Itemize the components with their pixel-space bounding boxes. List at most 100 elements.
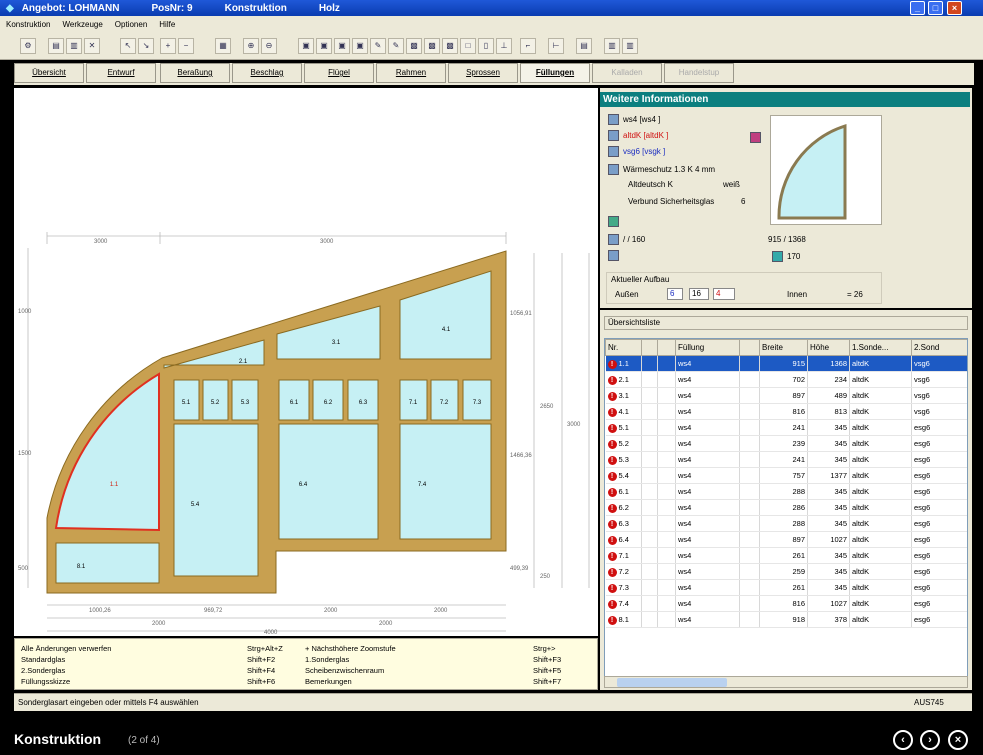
table-row[interactable]: ! 7.1 ws4 261 345 altdK esg6 [605, 547, 967, 564]
tool-icon-10[interactable]: ▣ [298, 38, 314, 54]
column-header-8[interactable]: 2.Sond [911, 339, 967, 356]
delete-glass-icon[interactable] [750, 132, 761, 143]
pane-5-4-glass[interactable] [173, 423, 259, 577]
column-header-6[interactable]: Höhe [807, 339, 850, 356]
table-row[interactable]: ! 6.2 ws4 286 345 altdK esg6 [605, 499, 967, 516]
menu-optionen[interactable]: Optionen [115, 20, 147, 29]
aufbau-field-2[interactable]: 16 [689, 288, 709, 300]
cell-nr-container: ! 7.1 [605, 547, 642, 564]
column-header-4[interactable] [739, 339, 760, 356]
tab-3[interactable]: Beschlag [232, 63, 302, 83]
dim-top-1: 3000 [94, 239, 108, 245]
table-row[interactable]: ! 8.1 ws4 918 378 altdK esg6 [605, 611, 967, 628]
construction-drawing[interactable]: 3000 3000 1000 1500 500 1056,91 1466,36 … [14, 88, 598, 636]
table-row[interactable]: ! 3.1 ws4 897 489 altdK vsg6 [605, 387, 967, 404]
tool-icon-20[interactable]: ▯ [478, 38, 494, 54]
tab-6[interactable]: Sprossen [448, 63, 518, 83]
horizontal-scrollbar[interactable] [604, 676, 968, 688]
help-b[interactable]: Bemerkungen [305, 676, 352, 688]
tool-icon-14[interactable]: ✎ [370, 38, 386, 54]
tab-4[interactable]: Flügel [304, 63, 374, 83]
tab-5[interactable]: Rahmen [376, 63, 446, 83]
pane-8-1-glass[interactable] [55, 542, 160, 584]
cell-nr-container: ! 5.1 [605, 419, 642, 436]
column-header-0[interactable]: Nr. [605, 339, 642, 356]
tool-icon-22[interactable]: ⌐ [520, 38, 536, 54]
table-row[interactable]: ! 5.3 ws4 241 345 altdK esg6 [605, 451, 967, 468]
dim-right-mid-1: 2650 [540, 404, 554, 410]
tool-icon-21[interactable]: ⊥ [496, 38, 512, 54]
tool-icon-6[interactable]: ↘ [138, 38, 154, 54]
table-row[interactable]: ! 6.1 ws4 288 345 altdK esg6 [605, 483, 967, 500]
tool-icon-8[interactable]: − [178, 38, 194, 54]
previous-icon[interactable]: ‹ [893, 730, 913, 750]
help-a[interactable]: Füllungsskizze [21, 676, 70, 688]
maximize-button[interactable]: □ [928, 1, 943, 15]
tool-icon-17[interactable]: ▩ [424, 38, 440, 54]
column-header-7[interactable]: 1.Sonde... [849, 339, 912, 356]
tab-7[interactable]: Füllungen [520, 63, 590, 83]
tool-icon-11[interactable]: ▣ [316, 38, 332, 54]
menu-werkzeuge[interactable]: Werkzeuge [62, 20, 102, 29]
table-row[interactable]: ! 2.1 ws4 702 234 altdK vsg6 [605, 371, 967, 388]
column-header-2[interactable] [657, 339, 676, 356]
overview-table-container[interactable]: Nr. Füllung Breite Höhe 1.Sonde... 2.Sond ! 1.… [604, 338, 968, 678]
close-icon[interactable]: × [948, 730, 968, 750]
tool-icon-12[interactable]: ▣ [334, 38, 350, 54]
column-header-5[interactable]: Breite [759, 339, 808, 356]
aufbau-field-3[interactable]: 4 [713, 288, 735, 300]
column-header-1[interactable] [641, 339, 658, 356]
glass-row-2[interactable]: altdK [altdK ] [608, 130, 668, 141]
minimize-button[interactable]: _ [910, 1, 925, 15]
tool-icon-5[interactable]: ↖ [120, 38, 136, 54]
zoom-out-icon[interactable]: ⊖ [261, 38, 277, 54]
tool-icon-18[interactable]: ▩ [442, 38, 458, 54]
tab-0[interactable]: Übersicht [14, 63, 84, 83]
aufbau-field-1[interactable]: 6 [667, 288, 683, 300]
table-row[interactable]: ! 4.1 ws4 816 813 altdK vsg6 [605, 403, 967, 420]
table-row[interactable]: ! 7.4 ws4 816 1027 altdK esg6 [605, 595, 967, 612]
glass-row-3[interactable]: vsg6 [vsgk ] [608, 146, 665, 157]
next-icon[interactable]: › [920, 730, 940, 750]
pane-6-4-glass[interactable] [278, 423, 379, 540]
tool-icon-9[interactable]: ▦ [215, 38, 231, 54]
cell-s2: esg6 [911, 435, 967, 452]
menu-konstruktion[interactable]: Konstruktion [6, 20, 50, 29]
cell-s2: vsg6 [911, 371, 967, 388]
tool-icon-16[interactable]: ▩ [406, 38, 422, 54]
glass-row-1[interactable]: ws4 [ws4 ] [608, 114, 660, 125]
tab-1[interactable]: Entwurf [86, 63, 156, 83]
scrollbar-thumb[interactable] [617, 678, 727, 687]
table-row[interactable]: ! 7.3 ws4 261 345 altdK esg6 [605, 579, 967, 596]
tab-2[interactable]: Beraßung [160, 63, 230, 83]
tool-icon-1[interactable]: ⚙ [20, 38, 36, 54]
tool-icon-19[interactable]: □ [460, 38, 476, 54]
cell-empty [739, 435, 760, 452]
table-row[interactable]: ! 6.4 ws4 897 1027 altdK esg6 [605, 531, 967, 548]
tool-icon-3[interactable]: ▥ [66, 38, 82, 54]
zoom-in-icon[interactable]: ⊕ [243, 38, 259, 54]
table-row[interactable]: ! 5.4 ws4 757 1377 altdK esg6 [605, 467, 967, 484]
tool-icon-25[interactable]: ▥ [604, 38, 620, 54]
pane-7-4-glass[interactable] [399, 423, 492, 540]
tool-icon-13[interactable]: ▣ [352, 38, 368, 54]
tool-icon-7[interactable]: + [160, 38, 176, 54]
grid-icon[interactable] [608, 250, 619, 261]
tool-icon-4[interactable]: ✕ [84, 38, 100, 54]
edit-icon[interactable] [608, 216, 619, 227]
table-row[interactable]: ! 7.2 ws4 259 345 altdK esg6 [605, 563, 967, 580]
overview-table: Nr. Füllung Breite Höhe 1.Sonde... 2.Sond ! 1.… [605, 339, 967, 628]
close-button[interactable]: × [947, 1, 962, 15]
column-header-3[interactable]: Füllung [675, 339, 740, 356]
table-row[interactable]: ! 5.2 ws4 239 345 altdK esg6 [605, 435, 967, 452]
tool-icon-23[interactable]: ⊢ [548, 38, 564, 54]
tool-icon-15[interactable]: ✎ [388, 38, 404, 54]
table-row[interactable]: ! 1.1 ws4 915 1368 altdK vsg6 [605, 355, 967, 372]
tool-icon-26[interactable]: ▥ [622, 38, 638, 54]
table-row[interactable]: ! 5.1 ws4 241 345 altdK esg6 [605, 419, 967, 436]
dim-top-2: 3000 [320, 239, 334, 245]
tool-icon-2[interactable]: ▤ [48, 38, 64, 54]
tool-icon-24[interactable]: ▤ [576, 38, 592, 54]
table-row[interactable]: ! 6.3 ws4 288 345 altdK esg6 [605, 515, 967, 532]
menu-hilfe[interactable]: Hilfe [159, 20, 175, 29]
